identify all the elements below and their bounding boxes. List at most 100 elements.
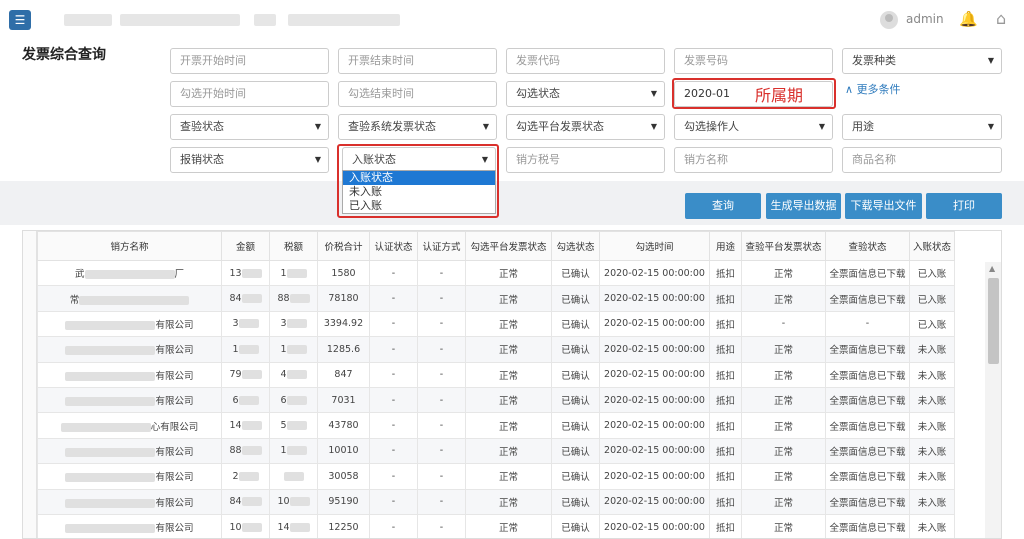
cell-total: 78180 xyxy=(317,285,370,312)
column-header[interactable]: 查验平台发票状态 xyxy=(741,231,826,261)
cell-text: 厂 xyxy=(174,269,185,281)
verify-status-select[interactable]: 查验状态 ▼ xyxy=(170,114,329,140)
redacted-text xyxy=(241,294,262,304)
cell-text: 4 xyxy=(280,369,287,381)
chevron-up-double-icon: ∧ xyxy=(845,83,854,96)
menu-icon[interactable]: ☰ xyxy=(9,10,31,30)
cell-verify: 全票面信息已下载 xyxy=(825,463,910,490)
cell-check-state: 已确认 xyxy=(551,412,600,439)
redacted-text xyxy=(289,294,310,304)
cell-verify: 全票面信息已下载 xyxy=(825,361,910,388)
cell-check-state: 已确认 xyxy=(551,361,600,388)
cell-verify: 全票面信息已下载 xyxy=(825,285,910,312)
cell-text: 84 xyxy=(229,293,242,305)
table-row[interactable]: 心有限公司 14 5 43780- - 正常 已确认 2020-02-15 00:00:00 抵… xyxy=(37,412,955,439)
cell-text: 1 xyxy=(280,267,287,279)
redacted-text xyxy=(286,344,307,354)
cell-text: 2 xyxy=(232,470,239,482)
column-header[interactable]: 勾选状态 xyxy=(551,231,600,261)
usage-select[interactable]: 用途 ▼ xyxy=(842,114,1002,140)
column-header[interactable]: 认证方式 xyxy=(417,231,466,261)
invoice-end-date-input[interactable]: 开票结束时间 xyxy=(338,48,497,74)
column-header[interactable]: 勾选平台发票状态 xyxy=(465,231,552,261)
cell-time: 2020-02-15 00:00:00 xyxy=(599,437,710,465)
cell-total: 43780 xyxy=(317,412,370,439)
table-row[interactable]: 有限公司 10 14 12250- - 正常 已确认 2020-02-15 00:00:00 抵… xyxy=(37,513,955,538)
table-row[interactable]: 有限公司 84 10 95190- - 正常 已确认 2020-02-15 00:00:00 抵… xyxy=(37,488,955,515)
dropdown-arrow-icon: ▼ xyxy=(987,122,994,131)
print-button[interactable]: 打印 xyxy=(926,193,1002,219)
column-header[interactable]: 勾选时间 xyxy=(599,231,710,261)
table-row[interactable]: 有限公司 3 3 3394.92- - 正常 已确认 2020-02-15 00:00:00 抵… xyxy=(37,310,955,338)
check-end-date-input[interactable]: 勾选结束时间 xyxy=(338,81,497,107)
check-status-select[interactable]: 勾选状态 ▼ xyxy=(506,81,665,107)
cell-use: 抵扣 xyxy=(709,437,742,465)
cell-tax: 1 xyxy=(269,437,318,465)
cell-text: 88 xyxy=(229,445,242,457)
dropdown-arrow-icon: ▼ xyxy=(987,56,994,65)
column-header[interactable]: 金额 xyxy=(221,231,270,261)
table-row[interactable]: 有限公司 1 1 1285.6- - 正常 已确认 2020-02-15 00:00:00 抵扣… xyxy=(37,336,955,363)
cell-platform: 正常 xyxy=(465,513,552,538)
cell-check-state: 已确认 xyxy=(551,488,600,515)
redacted-text xyxy=(60,422,151,432)
invoice-start-date-input[interactable]: 开票开始时间 xyxy=(170,48,329,74)
redacted-text xyxy=(289,497,310,507)
home-icon[interactable]: ⌂ xyxy=(996,9,1006,28)
seller-name-input[interactable]: 销方名称 xyxy=(674,147,833,173)
cell-seller-name: 有限公司 xyxy=(37,437,222,465)
cell-verify: 全票面信息已下载 xyxy=(825,259,910,287)
cell-verify: 全票面信息已下载 xyxy=(825,412,910,439)
column-header[interactable]: 价税合计 xyxy=(317,231,370,261)
generate-export-button[interactable]: 生成导出数据 xyxy=(766,193,841,219)
table-row[interactable]: 常 84 88 78180- - 正常 已确认 2020-02-15 00:00:00 抵扣 正常… xyxy=(37,285,955,312)
reimburse-status-select[interactable]: 报销状态 ▼ xyxy=(170,147,329,173)
table-row[interactable]: 有限公司 2 30058- - 正常 已确认 2020-02-15 00:00:00 抵扣 正常… xyxy=(37,463,955,490)
bell-icon[interactable]: 🔔 xyxy=(959,10,978,28)
cell-tax: 10 xyxy=(269,488,318,515)
column-header[interactable]: 销方名称 xyxy=(37,231,222,261)
redacted-text xyxy=(79,295,190,305)
column-header[interactable]: 认证状态 xyxy=(369,231,418,261)
select-label: 勾选操作人 xyxy=(684,120,739,133)
vertical-scrollbar[interactable]: ▲ xyxy=(985,262,1001,538)
cell-verify-platform: 正常 xyxy=(741,336,826,363)
cell-seller-name: 武厂 xyxy=(37,259,222,287)
invoice-code-input[interactable]: 发票代码 xyxy=(506,48,665,74)
goods-name-input[interactable]: 商品名称 xyxy=(842,147,1002,173)
query-button[interactable]: 查询 xyxy=(685,193,761,219)
select-label: 用途 xyxy=(852,120,874,133)
blurred-title xyxy=(120,14,240,26)
download-export-button[interactable]: 下载导出文件 xyxy=(845,193,922,219)
column-header[interactable]: 用途 xyxy=(709,231,742,261)
verify-system-status-select[interactable]: 查验系统发票状态 ▼ xyxy=(338,114,497,140)
column-header[interactable]: 入账状态 xyxy=(909,231,955,261)
username[interactable]: admin xyxy=(906,12,944,26)
column-header[interactable]: 查验状态 xyxy=(825,231,910,261)
scrollbar-thumb[interactable] xyxy=(988,278,999,364)
invoice-type-select[interactable]: 发票种类 ▼ xyxy=(842,48,1002,74)
cell-check-state: 已确认 xyxy=(551,513,600,538)
scroll-up-icon[interactable]: ▲ xyxy=(989,264,995,273)
cell-amount: 13 xyxy=(221,259,270,287)
seller-tax-id-input[interactable]: 销方税号 xyxy=(506,147,665,173)
check-operator-select[interactable]: 勾选操作人 ▼ xyxy=(674,114,833,140)
check-start-date-input[interactable]: 勾选开始时间 xyxy=(170,81,329,107)
table-row[interactable]: 武厂 13 1 1580- - 正常 已确认 2020-02-15 00:00:00 抵扣 正常全… xyxy=(37,259,955,287)
column-header[interactable]: 税额 xyxy=(269,231,318,261)
table-row[interactable]: 有限公司 88 1 10010- - 正常 已确认 2020-02-15 00:00:00 抵扣… xyxy=(37,437,955,465)
blurred-title xyxy=(288,14,400,26)
cell-total: 847 xyxy=(317,361,370,388)
cell-use: 抵扣 xyxy=(709,386,742,414)
top-bar: ☰ admin 🔔 ⌂ xyxy=(0,0,1024,40)
cell-tax: 1 xyxy=(269,336,318,363)
invoice-number-input[interactable]: 发票号码 xyxy=(674,48,833,74)
cell-text: 13 xyxy=(229,267,242,279)
check-platform-status-select[interactable]: 勾选平台发票状态 ▼ xyxy=(506,114,665,140)
dropdown-arrow-icon: ▼ xyxy=(818,122,825,131)
table-row[interactable]: 有限公司 6 6 7031- - 正常 已确认 2020-02-15 00:00:00 抵扣 正常… xyxy=(37,386,955,414)
table-row[interactable]: 有限公司 79 4 847- - 正常 已确认 2020-02-15 00:00:00 抵扣 正常… xyxy=(37,361,955,388)
avatar-icon[interactable] xyxy=(880,11,898,29)
cell-total: 1580 xyxy=(317,259,370,287)
more-conditions-link[interactable]: ∧ 更多条件 xyxy=(845,81,901,97)
